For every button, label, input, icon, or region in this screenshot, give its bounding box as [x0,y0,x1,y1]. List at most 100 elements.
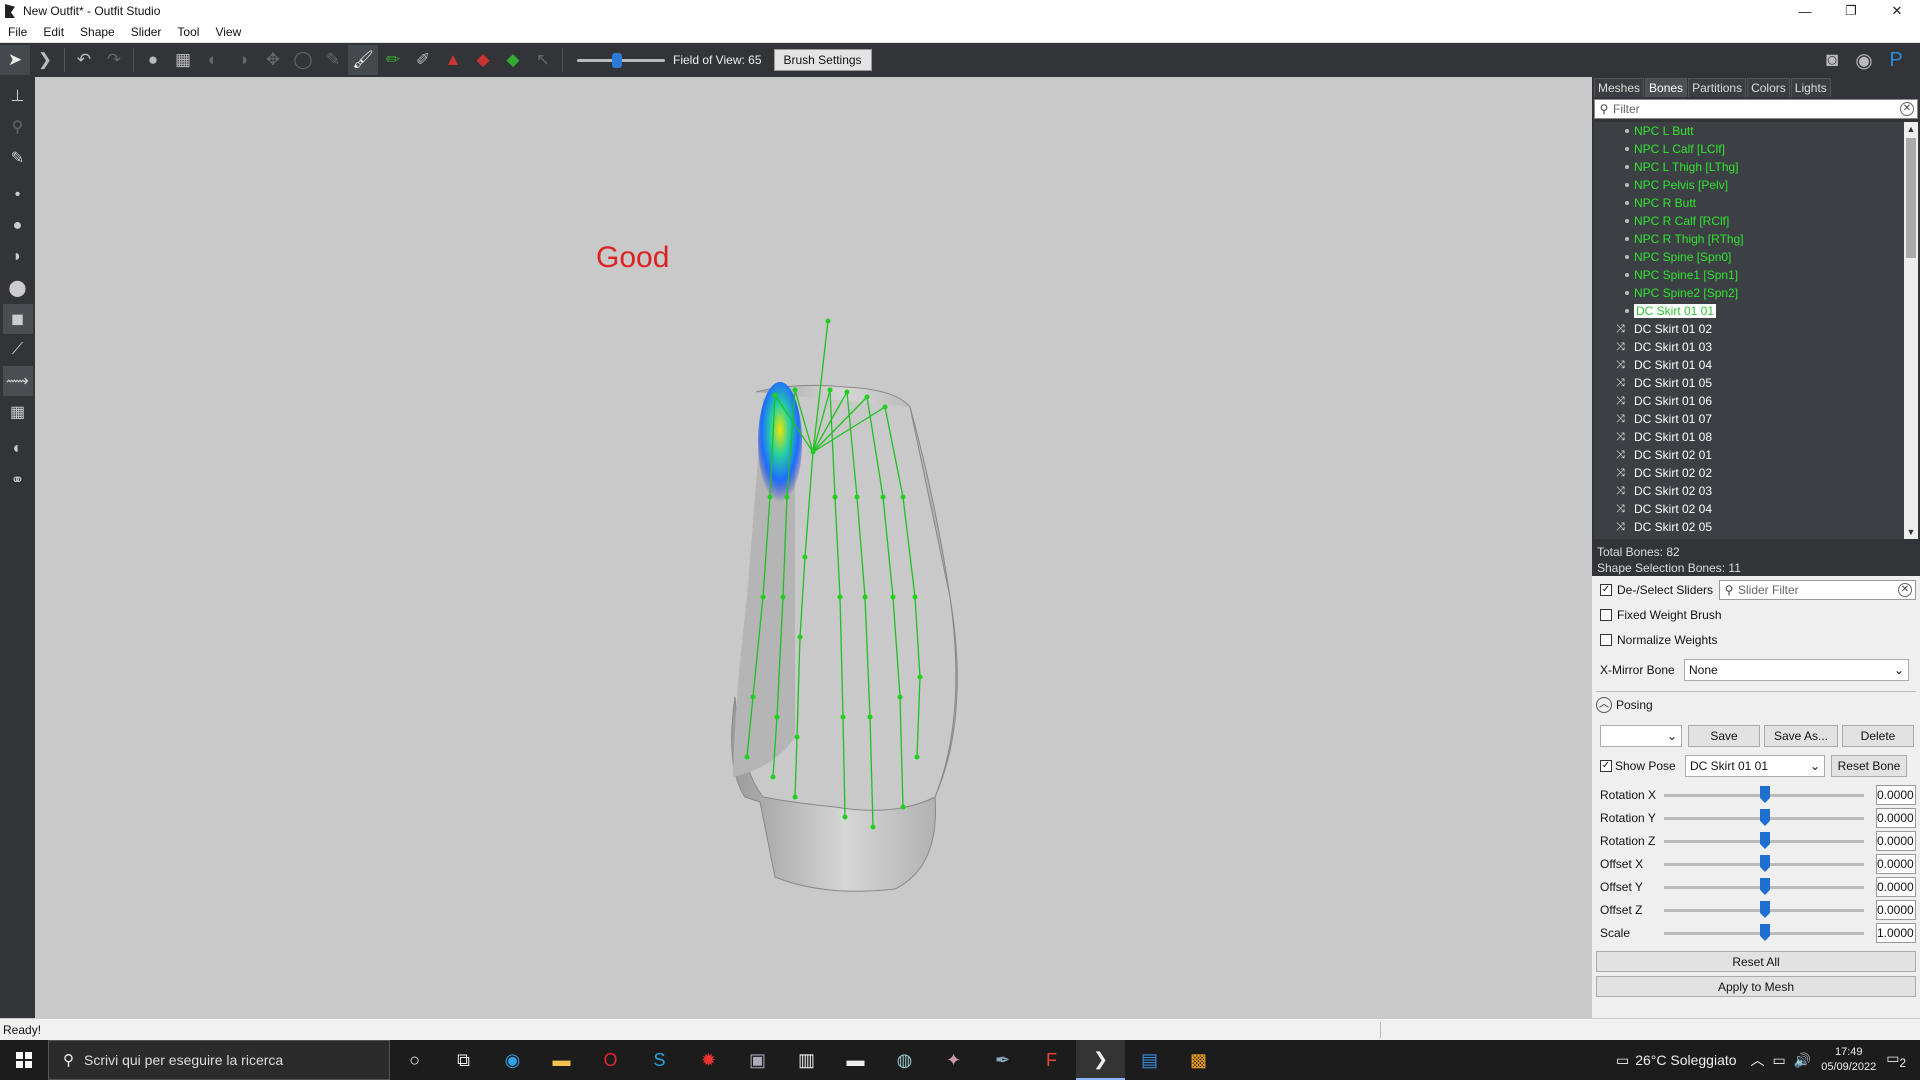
fov-slider[interactable] [577,45,665,75]
task-view-icon[interactable]: ⧉ [439,1040,488,1080]
edge-icon[interactable]: ◉ [488,1040,537,1080]
tab-bones[interactable]: Bones [1645,78,1688,97]
app-icon-panel[interactable]: ▤ [1125,1040,1174,1080]
alpha-brush-icon[interactable]: ✐ [408,45,438,75]
app-icon-f[interactable]: F [1027,1040,1076,1080]
volume-icon[interactable]: 🔊 [1794,1052,1811,1069]
bone-item[interactable]: ⤨ DC Skirt 01 02 [1594,320,1918,338]
pose-slider-value[interactable]: 0.0000 [1876,831,1916,851]
scroll-down-icon[interactable]: ▼ [1904,525,1918,539]
expand-icon[interactable]: ⤨ [1616,356,1625,374]
show-pose-checkbox[interactable]: ✓ [1600,760,1612,772]
brush-size-xlarge-icon[interactable]: ⬤ [3,273,33,303]
github-icon[interactable]: ◉ [1848,45,1880,75]
expand-icon[interactable]: ⤨ [1616,374,1625,392]
expand-icon[interactable]: ⤨ [1616,338,1625,356]
bone-item[interactable]: ⤨ DC Skirt 02 02 [1594,464,1918,482]
pose-slider-value[interactable]: 0.0000 [1876,854,1916,874]
axis-tool-icon[interactable]: ⊥ [3,81,33,111]
outfit-studio-taskbar-icon[interactable]: ❯ [1076,1040,1125,1080]
brush-size-large-icon[interactable]: ◗ [3,242,33,272]
slider-filter-input[interactable]: ⚲ Slider Filter ✕ [1719,580,1916,600]
opera-icon[interactable]: O [586,1040,635,1080]
bone-item[interactable]: NPC L Thigh [LThg] [1594,158,1918,176]
fov-slider-knob[interactable] [612,53,623,68]
restore-button[interactable]: ❐ [1828,0,1874,22]
bone-item[interactable]: ⤨ DC Skirt 02 01 [1594,446,1918,464]
pose-slider-knob[interactable] [1760,901,1770,918]
pose-slider-knob[interactable] [1760,809,1770,826]
transform-tool-icon[interactable]: ❯ [30,45,60,75]
posing-header[interactable]: ︿ Posing [1596,691,1916,717]
bone-tree[interactable]: NPC L Butt NPC L Calf [LClf] NPC L Thigh [… [1594,122,1918,539]
expand-icon[interactable]: ⤨ [1616,320,1625,338]
start-button[interactable] [0,1040,48,1080]
pencil-tool-icon[interactable]: ✎ [3,143,33,173]
pose-slider-knob[interactable] [1760,832,1770,849]
pose-dropdown[interactable]: ⌄ [1600,725,1682,747]
deflate-brush-icon[interactable]: ◑ [228,45,258,75]
app-icon-pen[interactable]: ✒ [978,1040,1027,1080]
bone-tree-scrollbar[interactable]: ▲ ▼ [1904,122,1918,539]
expand-icon[interactable]: ⤨ [1616,428,1625,446]
weight-brush-icon[interactable]: ▦ [168,45,198,75]
pose-slider-value[interactable]: 1.0000 [1876,923,1916,943]
fixed-weight-checkbox[interactable] [1600,609,1612,621]
flip-edge-icon[interactable]: ◆ [468,45,498,75]
bone-item[interactable]: ⤨ DC Skirt 02 03 [1594,482,1918,500]
skirt-model[interactable] [35,77,1591,1018]
brush-size-medium-icon[interactable]: ● [3,211,33,241]
bone-filter-input[interactable]: ⚲ Filter ✕ [1594,99,1918,119]
bone-item[interactable]: NPC R Butt [1594,194,1918,212]
bone-item[interactable]: NPC R Calf [RClf] [1594,212,1918,230]
scroll-up-icon[interactable]: ▲ [1904,122,1918,136]
cube-view-icon[interactable]: ◼ [2,304,33,334]
menu-shape[interactable]: Shape [72,25,123,39]
tab-colors[interactable]: Colors [1747,78,1790,97]
tab-lights[interactable]: Lights [1790,78,1831,97]
app-icon-window[interactable]: ▣ [733,1040,782,1080]
pose-slider-value[interactable]: 0.0000 [1876,808,1916,828]
menu-edit[interactable]: Edit [35,25,72,39]
weight-paint-icon[interactable]: 🖌 [348,45,378,75]
app-icon-grid[interactable]: ▥ [782,1040,831,1080]
brush-size-small-icon[interactable]: • [3,180,33,210]
expand-icon[interactable]: ⤨ [1616,464,1625,482]
weather-text[interactable]: 26°C Soleggiato [1635,1052,1736,1068]
clear-filter-icon[interactable]: ✕ [1898,583,1912,597]
mask-brush-icon[interactable]: ● [138,45,168,75]
close-button[interactable]: ✕ [1874,0,1920,22]
skype-icon[interactable]: S [635,1040,684,1080]
game-app-icon[interactable]: ✹ [684,1040,733,1080]
normalize-weights-checkbox[interactable] [1600,634,1612,646]
bone-view-icon[interactable]: ⟋ [3,335,33,365]
expand-icon[interactable]: ⤨ [1616,518,1625,536]
expand-icon[interactable]: ⤨ [1616,446,1625,464]
delete-pose-button[interactable]: Delete [1842,725,1914,747]
expand-icon[interactable]: ⤨ [1616,482,1625,500]
xmirror-dropdown[interactable]: None ⌄ [1684,659,1909,681]
cortana-icon[interactable]: ○ [390,1040,439,1080]
discord-icon[interactable]: ◙ [1816,45,1848,75]
pose-slider-knob[interactable] [1760,878,1770,895]
app-icon-bar[interactable]: ▬ [831,1040,880,1080]
tab-meshes[interactable]: Meshes [1594,78,1645,97]
reset-bone-button[interactable]: Reset Bone [1831,755,1907,777]
collapse-icon[interactable]: ︿ [1596,696,1612,713]
select-tool-icon[interactable]: ➤ [0,45,30,75]
bone-item[interactable]: NPC Spine2 [Spn2] [1594,284,1918,302]
expand-icon[interactable]: ⤨ [1616,500,1625,518]
minimize-button[interactable]: — [1782,0,1828,22]
pointer-icon[interactable]: ↖ [528,45,558,75]
bone-item[interactable]: ⤨ DC Skirt 01 07 [1594,410,1918,428]
smooth-brush-icon[interactable]: ◯ [288,45,318,75]
bone-item[interactable]: NPC Pelvis [Pelv] [1594,176,1918,194]
menu-slider[interactable]: Slider [123,25,170,39]
expand-icon[interactable]: ⤨ [1616,410,1625,428]
paypal-icon[interactable]: P [1880,45,1912,75]
bone-item[interactable]: ⤨ DC Skirt 01 03 [1594,338,1918,356]
wireframe-icon[interactable]: ▦ [3,397,33,427]
bone-item[interactable]: ⤨ DC Skirt 02 04 [1594,500,1918,518]
menu-view[interactable]: View [207,25,249,39]
deselect-sliders-checkbox[interactable]: ✓ [1600,584,1612,596]
